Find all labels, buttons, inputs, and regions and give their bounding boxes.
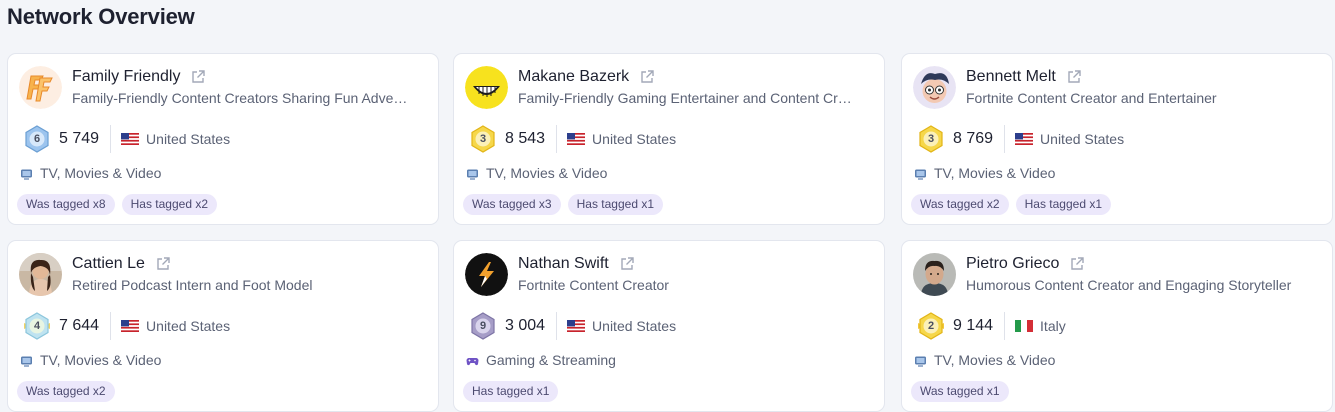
gamepad-icon	[466, 357, 479, 365]
country-label: United States	[146, 131, 231, 147]
creator-description: Fortnite Content Creator	[518, 277, 669, 293]
tv-icon	[915, 169, 926, 180]
page-title: Network Overview	[7, 4, 195, 29]
category-label: TV, Movies & Video	[486, 165, 608, 181]
external-link-icon[interactable]	[190, 69, 206, 85]
us-flag-icon	[121, 133, 140, 145]
creator-name[interactable]: Makane Bazerk	[518, 68, 629, 86]
creator-card[interactable]: Makane Bazerk Family-Friendly Gaming Ent…	[453, 53, 885, 225]
tag-chip[interactable]: Was tagged x3	[463, 194, 561, 215]
tv-icon	[21, 169, 32, 180]
it-flag-icon	[1015, 320, 1034, 332]
creator-card[interactable]: Pietro Grieco Humorous Content Creator a…	[901, 240, 1333, 412]
category-label: TV, Movies & Video	[934, 352, 1056, 368]
creator-name[interactable]: Cattien Le	[72, 255, 145, 273]
tag-chip[interactable]: Was tagged x2	[911, 194, 1009, 215]
us-flag-icon	[567, 320, 586, 332]
creator-description: Retired Podcast Intern and Foot Model	[72, 277, 313, 293]
creator-description: Humorous Content Creator and Engaging St…	[966, 277, 1292, 293]
external-link-icon[interactable]	[619, 256, 635, 272]
follower-count: 9 144	[953, 317, 994, 334]
us-flag-icon	[1015, 133, 1034, 145]
level-badge-icon: 3	[917, 125, 945, 153]
external-link-icon[interactable]	[155, 256, 171, 272]
avatar[interactable]	[913, 66, 956, 109]
tag-chip[interactable]: Was tagged x2	[17, 381, 115, 402]
creator-name[interactable]: Pietro Grieco	[966, 255, 1059, 273]
avatar[interactable]	[19, 253, 62, 296]
level-number: 4	[33, 320, 41, 332]
category-label: Gaming & Streaming	[486, 352, 616, 368]
level-badge-icon: 9	[469, 312, 497, 340]
avatar[interactable]	[19, 66, 62, 109]
creator-description: Fortnite Content Creator and Entertainer	[966, 90, 1217, 106]
divider	[110, 312, 112, 340]
country-label: United States	[592, 131, 677, 147]
creator-description: Family-Friendly Content Creators Sharing…	[72, 90, 408, 106]
us-flag-icon	[567, 133, 586, 145]
divider	[556, 125, 558, 153]
creator-name[interactable]: Bennett Melt	[966, 68, 1056, 86]
category-label: TV, Movies & Video	[40, 352, 162, 368]
level-number: 3	[479, 133, 487, 145]
follower-count: 7 644	[59, 317, 100, 334]
level-badge-icon: 6	[23, 125, 51, 153]
level-badge-icon: 2	[917, 312, 945, 340]
creator-card[interactable]: Family Friendly Family-Friendly Content …	[7, 53, 439, 225]
creator-card[interactable]: Cattien Le Retired Podcast Intern and Fo…	[7, 240, 439, 412]
level-badge-icon: 3	[469, 125, 497, 153]
follower-count: 5 749	[59, 130, 100, 147]
country-label: Italy	[1040, 318, 1066, 334]
divider	[1004, 125, 1006, 153]
external-link-icon[interactable]	[639, 69, 655, 85]
tv-icon	[21, 356, 32, 367]
tag-chip[interactable]: Has tagged x2	[121, 194, 217, 215]
tag-chip[interactable]: Was tagged x1	[911, 381, 1009, 402]
country-label: United States	[592, 318, 677, 334]
creator-name[interactable]: Family Friendly	[72, 68, 180, 86]
level-number: 3	[927, 133, 935, 145]
tv-icon	[915, 356, 926, 367]
avatar[interactable]	[465, 253, 508, 296]
tag-chip[interactable]: Was tagged x8	[17, 194, 115, 215]
us-flag-icon	[121, 320, 140, 332]
category-label: TV, Movies & Video	[934, 165, 1056, 181]
tv-icon	[467, 169, 478, 180]
follower-count: 8 769	[953, 130, 994, 147]
tag-chip[interactable]: Has tagged x1	[567, 194, 663, 215]
avatar[interactable]	[465, 66, 508, 109]
level-badge-icon: 4	[23, 312, 51, 340]
divider	[1004, 312, 1006, 340]
creator-name[interactable]: Nathan Swift	[518, 255, 609, 273]
creator-description: Family-Friendly Gaming Entertainer and C…	[518, 90, 852, 106]
creator-card[interactable]: Bennett Melt Fortnite Content Creator an…	[901, 53, 1333, 225]
external-link-icon[interactable]	[1066, 69, 1082, 85]
category-label: TV, Movies & Video	[40, 165, 162, 181]
level-number: 2	[927, 320, 935, 332]
level-number: 6	[33, 133, 41, 145]
divider	[556, 312, 558, 340]
follower-count: 8 543	[505, 130, 546, 147]
creator-card[interactable]: Nathan Swift Fortnite Content Creator 9 …	[453, 240, 885, 412]
tag-chip[interactable]: Has tagged x1	[463, 381, 559, 402]
avatar[interactable]	[913, 253, 956, 296]
level-number: 9	[479, 320, 487, 332]
follower-count: 3 004	[505, 317, 546, 334]
country-label: United States	[146, 318, 231, 334]
divider	[110, 125, 112, 153]
tag-chip[interactable]: Has tagged x1	[1015, 194, 1111, 215]
country-label: United States	[1040, 131, 1125, 147]
external-link-icon[interactable]	[1069, 256, 1085, 272]
